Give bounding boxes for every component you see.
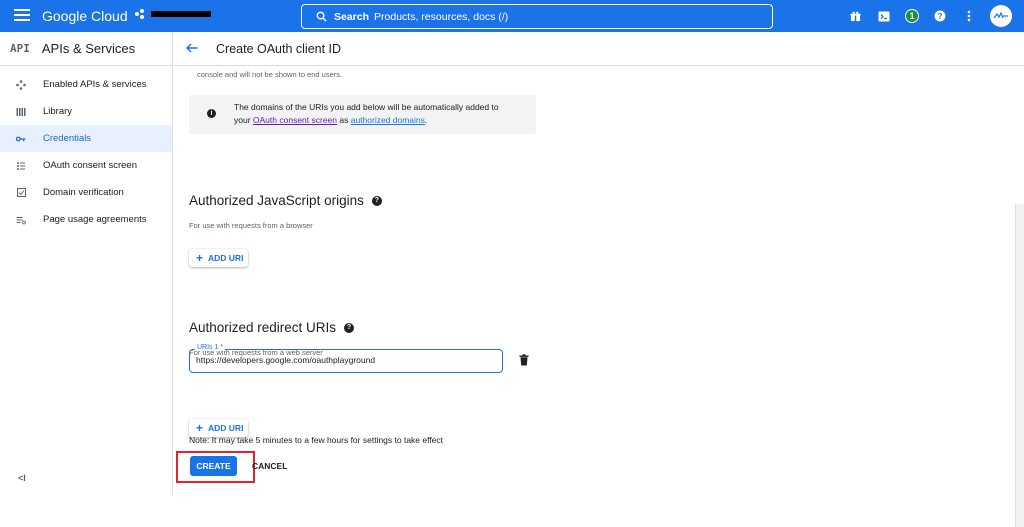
dashboard-icon: [16, 79, 26, 90]
redirect-uris-title: Authorized redirect URIs ?: [189, 320, 355, 335]
faded-description: console and will not be shown to end use…: [197, 70, 343, 79]
sidebar-item-enabled-apis[interactable]: Enabled APIs & services: [0, 71, 172, 98]
sidebar-item-label: Credentials: [43, 133, 92, 144]
more-vert-icon[interactable]: [961, 8, 977, 24]
main-content: Create OAuth client ID console and will …: [174, 32, 1024, 527]
sidebar-nav: Enabled APIs & services Library Credenti…: [0, 71, 172, 233]
redirect-uris-help-icon[interactable]: ?: [344, 322, 355, 333]
checkbox-icon: [16, 188, 26, 198]
js-origins-subtitle: For use with requests from a browser: [189, 221, 313, 230]
oauth-consent-screen-link[interactable]: OAuth consent screen: [253, 115, 337, 125]
add-uri-label: ADD URI: [208, 253, 244, 263]
page-title: Create OAuth client ID: [216, 41, 342, 56]
project-icon: [135, 9, 145, 19]
info-text-3: as: [337, 115, 351, 125]
redirect-uri-label: URIs 1 *: [195, 344, 226, 351]
sidebar-item-label: OAuth consent screen: [43, 160, 137, 171]
page-scrollbar[interactable]: [1015, 204, 1024, 527]
js-origins-title: Authorized JavaScript origins ?: [189, 193, 382, 208]
top-app-bar: Google Cloud Search 1 ?: [0, 0, 1024, 32]
api-logo-icon: API: [10, 42, 30, 55]
page-header: Create OAuth client ID: [174, 32, 1024, 66]
search-icon: [316, 11, 327, 22]
project-name-redacted: [151, 11, 211, 17]
plus-icon: +: [196, 251, 204, 265]
collapse-sidebar-icon[interactable]: <I: [18, 473, 26, 483]
sidebar-item-label: Library: [43, 106, 73, 117]
consent-icon: [16, 161, 26, 171]
cancel-button[interactable]: CANCEL: [252, 456, 287, 476]
sidebar-header: API APIs & Services: [0, 32, 172, 66]
js-origins-help-icon[interactable]: ?: [371, 195, 382, 206]
sidebar-item-page-usage[interactable]: Page usage agreements: [0, 206, 172, 233]
add-uri-label: ADD URI: [208, 423, 244, 433]
redirect-uri-input[interactable]: [196, 355, 486, 365]
search-bar[interactable]: Search: [301, 4, 773, 29]
add-js-origin-uri-button[interactable]: + ADD URI: [189, 249, 248, 267]
back-arrow-icon[interactable]: [185, 42, 198, 55]
help-icon[interactable]: ?: [932, 8, 948, 24]
info-banner: i The domains of the URIs you add below …: [189, 95, 536, 134]
create-button[interactable]: CREATE: [190, 456, 237, 476]
library-icon: [16, 107, 26, 117]
project-selector[interactable]: [135, 9, 211, 19]
key-icon: [16, 134, 26, 144]
settings-note: Note: It may take 5 minutes to a few hou…: [189, 435, 444, 445]
sidebar-item-label: Domain verification: [43, 187, 124, 198]
info-icon: i: [207, 109, 216, 118]
google-cloud-logo[interactable]: Google Cloud: [42, 8, 128, 24]
info-text-4: .: [424, 115, 428, 125]
js-origins-title-text: Authorized JavaScript origins: [189, 193, 364, 208]
plus-icon: +: [196, 421, 204, 435]
sidebar-item-oauth-consent[interactable]: OAuth consent screen: [0, 152, 172, 179]
top-actions: 1 ?: [847, 5, 1012, 27]
search-input[interactable]: [374, 10, 625, 23]
sidebar-item-label: Page usage agreements: [43, 214, 147, 225]
sidebar: API APIs & Services Enabled APIs & servi…: [0, 32, 173, 495]
account-avatar[interactable]: [990, 5, 1012, 27]
svg-text:?: ?: [938, 12, 943, 21]
redirect-uri-field[interactable]: URIs 1 *: [189, 344, 503, 373]
sidebar-item-label: Enabled APIs & services: [43, 79, 147, 90]
settings-list-icon: [16, 215, 26, 225]
sidebar-item-credentials[interactable]: Credentials: [0, 125, 172, 152]
authorized-domains-link[interactable]: authorized domains: [351, 115, 425, 125]
hamburger-menu-icon[interactable]: [14, 9, 30, 23]
sidebar-item-library[interactable]: Library: [0, 98, 172, 125]
search-label: Search: [334, 10, 370, 23]
sidebar-item-domain-verification[interactable]: Domain verification: [0, 179, 172, 206]
info-text-1: The domains of the URIs you add below wi…: [234, 102, 499, 112]
redirect-uris-title-text: Authorized redirect URIs: [189, 320, 337, 335]
sidebar-title: APIs & Services: [41, 41, 136, 56]
delete-uri-icon[interactable]: [519, 354, 529, 366]
info-text-2: your: [234, 115, 253, 125]
terminal-icon[interactable]: [876, 8, 892, 24]
gift-icon[interactable]: [847, 8, 863, 24]
notifications-badge[interactable]: 1: [905, 9, 919, 23]
